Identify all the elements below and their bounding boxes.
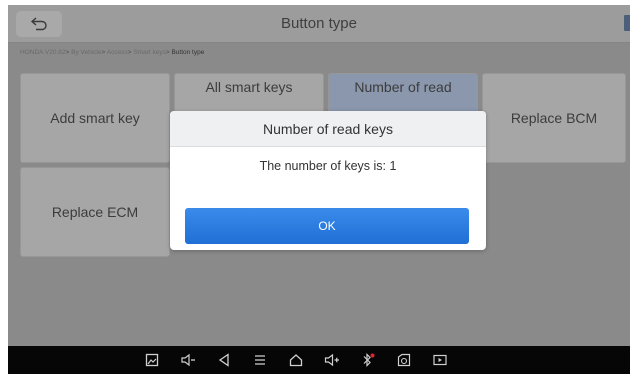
- tile-label: Replace BCM: [510, 110, 598, 126]
- system-nav-bar: [8, 346, 630, 374]
- volume-up-icon[interactable]: [324, 352, 340, 368]
- breadcrumb-item[interactable]: Access: [107, 49, 128, 56]
- read-keys-dialog: Number of read keys The number of keys i…: [170, 111, 486, 250]
- top-bar: Button type: [8, 5, 630, 43]
- replace-ecm-button[interactable]: Replace ECM: [20, 167, 170, 257]
- vci-icon[interactable]: [396, 352, 412, 368]
- screenshot-icon[interactable]: [144, 352, 160, 368]
- bluetooth-icon[interactable]: [360, 352, 376, 368]
- breadcrumb-item[interactable]: Smart keys: [133, 49, 166, 56]
- breadcrumb-item[interactable]: By Vehicle: [71, 49, 101, 56]
- tile-label: Replace ECM: [51, 204, 139, 220]
- page-title: Button type: [281, 15, 357, 32]
- menu-icon[interactable]: [252, 352, 268, 368]
- breadcrumb: HONDA V20.82> By Vehicle> Access> Smart …: [20, 49, 205, 56]
- screen-record-icon[interactable]: [432, 352, 448, 368]
- user-manual-icon[interactable]: [624, 15, 630, 31]
- dialog-message: The number of keys is: 1: [259, 159, 397, 173]
- volume-down-icon[interactable]: [180, 352, 196, 368]
- tile-label: Add smart key: [50, 110, 140, 126]
- add-smart-key-button[interactable]: Add smart key: [20, 73, 170, 163]
- back-icon[interactable]: [216, 352, 232, 368]
- app-screen: Button type HONDA V20.82> By Vehicle> Ac…: [8, 5, 630, 374]
- breadcrumb-current: Button type: [171, 49, 205, 56]
- tile-label: All smart keys: [205, 79, 293, 95]
- ok-button[interactable]: OK: [185, 208, 469, 244]
- home-icon[interactable]: [288, 352, 304, 368]
- replace-bcm-button[interactable]: Replace BCM: [482, 73, 626, 163]
- dialog-title: Number of read keys: [170, 111, 486, 147]
- tile-label: Number of read: [354, 79, 452, 95]
- breadcrumb-item[interactable]: HONDA V20.82: [20, 49, 66, 56]
